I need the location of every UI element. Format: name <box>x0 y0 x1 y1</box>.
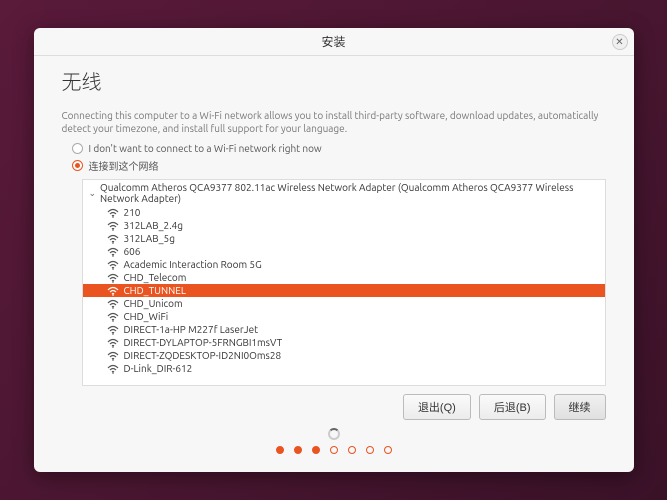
network-item[interactable]: CHD_WiFi <box>83 310 605 323</box>
network-name: CHD_Telecom <box>124 272 187 283</box>
wifi-signal-icon <box>107 260 119 270</box>
network-item[interactable]: 210 <box>83 206 605 219</box>
progress-dot <box>312 446 320 454</box>
wifi-signal-icon <box>107 286 119 296</box>
continue-button[interactable]: 继续 <box>554 394 606 420</box>
wifi-signal-icon <box>107 364 119 374</box>
content-area: 无线 Connecting this computer to a Wi-Fi n… <box>34 56 634 472</box>
progress-dot <box>348 446 356 454</box>
network-list[interactable]: ⌄ Qualcomm Atheros QCA9377 802.11ac Wire… <box>82 179 606 386</box>
network-name: CHD_Unicom <box>124 298 183 309</box>
chevron-down-icon: ⌄ <box>89 188 97 199</box>
button-bar: 退出(Q) 后退(B) 继续 <box>62 386 606 424</box>
option-connect-label: 连接到这个网络 <box>89 158 159 173</box>
network-name: 606 <box>124 246 141 257</box>
close-icon: ✕ <box>615 36 623 48</box>
network-name: 210 <box>124 207 141 218</box>
option-connect[interactable]: 连接到这个网络 <box>72 158 606 173</box>
wifi-signal-icon <box>107 234 119 244</box>
network-item[interactable]: D-Link_DIR-612 <box>83 362 605 375</box>
network-item[interactable]: 312LAB_2.4g <box>83 219 605 232</box>
network-name: CHD_WiFi <box>124 311 169 322</box>
wifi-signal-icon <box>107 273 119 283</box>
loading-spinner-icon <box>328 428 340 440</box>
installer-window: 安装 ✕ 无线 Connecting this computer to a Wi… <box>34 28 634 472</box>
progress-dot <box>294 446 302 454</box>
wifi-signal-icon <box>107 247 119 257</box>
network-name: 312LAB_5g <box>124 233 175 244</box>
wifi-signal-icon <box>107 208 119 218</box>
network-name: DIRECT-DYLAPTOP-5FRNGBI1msVT <box>124 337 283 348</box>
progress-indicator <box>62 440 606 464</box>
option-no-connect[interactable]: I don't want to connect to a Wi-Fi netwo… <box>72 143 606 154</box>
radio-icon <box>72 160 83 171</box>
network-item[interactable]: CHD_TUNNEL <box>83 284 605 297</box>
network-name: DIRECT-ZQDESKTOP-ID2NI0Oms28 <box>124 350 282 361</box>
progress-dot <box>330 446 338 454</box>
wifi-signal-icon <box>107 351 119 361</box>
network-name: Academic Interaction Room 5G <box>124 259 262 270</box>
network-item[interactable]: DIRECT-DYLAPTOP-5FRNGBI1msVT <box>83 336 605 349</box>
back-button[interactable]: 后退(B) <box>479 394 546 420</box>
network-item[interactable]: CHD_Unicom <box>83 297 605 310</box>
network-item[interactable]: 312LAB_5g <box>83 232 605 245</box>
page-description: Connecting this computer to a Wi-Fi netw… <box>62 109 606 135</box>
wifi-signal-icon <box>107 221 119 231</box>
adapter-name: Qualcomm Atheros QCA9377 802.11ac Wirele… <box>100 182 598 204</box>
page-heading: 无线 <box>62 66 606 95</box>
network-name: D-Link_DIR-612 <box>124 363 193 374</box>
network-item[interactable]: Academic Interaction Room 5G <box>83 258 605 271</box>
network-item[interactable]: CHD_Telecom <box>83 271 605 284</box>
window-title: 安装 <box>321 33 345 50</box>
progress-dot <box>384 446 392 454</box>
progress-dot <box>366 446 374 454</box>
wifi-signal-icon <box>107 312 119 322</box>
network-item[interactable]: DIRECT-ZQDESKTOP-ID2NI0Oms28 <box>83 349 605 362</box>
wifi-signal-icon <box>107 338 119 348</box>
network-item[interactable]: 606 <box>83 245 605 258</box>
close-button[interactable]: ✕ <box>612 34 628 50</box>
network-name: 312LAB_2.4g <box>124 220 184 231</box>
radio-icon <box>72 143 83 154</box>
progress-dot <box>276 446 284 454</box>
titlebar: 安装 ✕ <box>34 28 634 56</box>
wifi-signal-icon <box>107 299 119 309</box>
network-name: CHD_TUNNEL <box>124 285 186 296</box>
adapter-row[interactable]: ⌄ Qualcomm Atheros QCA9377 802.11ac Wire… <box>83 180 605 206</box>
network-name: DIRECT-1a-HP M227f LaserJet <box>124 324 259 335</box>
option-no-connect-label: I don't want to connect to a Wi-Fi netwo… <box>89 143 322 154</box>
wifi-signal-icon <box>107 325 119 335</box>
quit-button[interactable]: 退出(Q) <box>403 394 471 420</box>
network-item[interactable]: DIRECT-1a-HP M227f LaserJet <box>83 323 605 336</box>
